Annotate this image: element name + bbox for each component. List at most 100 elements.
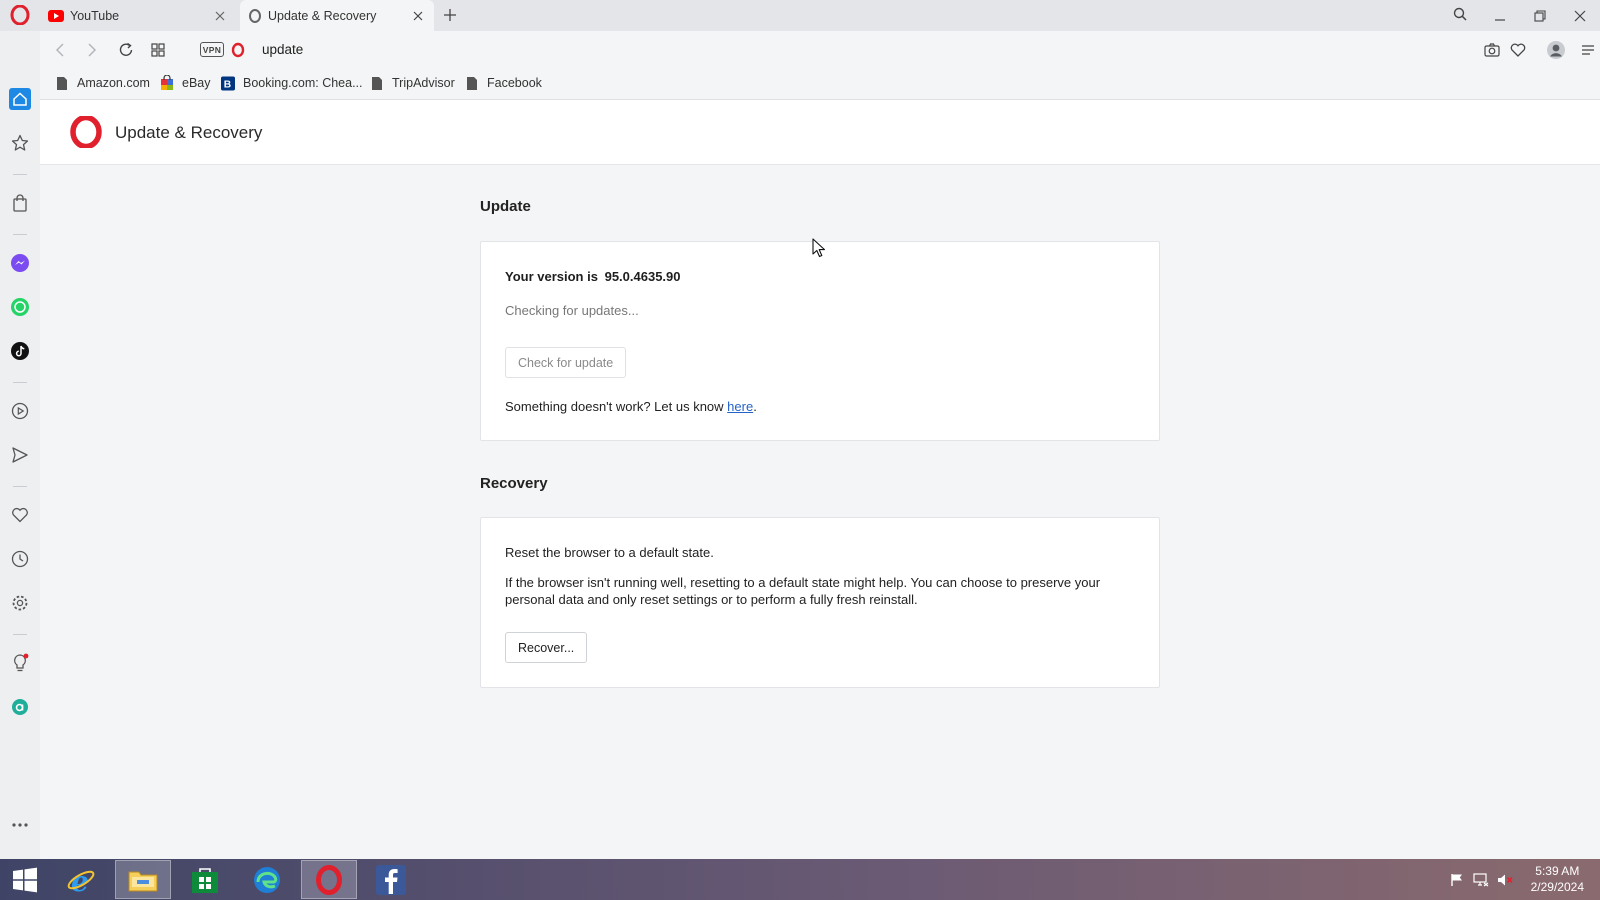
sidebar-item-flow[interactable] [8,443,32,467]
back-button[interactable] [48,38,72,62]
version-label: Your version is [505,269,598,284]
bookmark-booking[interactable]: B Booking.com: Chea... [221,75,363,91]
player-icon [11,402,29,420]
sidebar-item-whatsapp[interactable] [8,295,32,319]
opera-logo-icon [70,116,102,148]
messenger-icon [11,254,29,272]
feedback-text: Something doesn't work? Let us know [505,399,728,414]
close-tab-icon[interactable] [410,8,426,24]
start-button[interactable] [0,860,50,899]
bookmark-label: Booking.com: Chea... [243,76,363,90]
bookmark-tripadvisor[interactable]: TripAdvisor [370,75,455,91]
sidebar-item-speed-dial[interactable] [8,131,32,155]
page-title: Update & Recovery [115,123,263,142]
recover-button[interactable]: Recover... [505,632,588,663]
bookmark-amazon[interactable]: Amazon.com [55,75,150,91]
close-window-button[interactable] [1568,4,1592,28]
grid-icon [151,43,165,57]
bookmark-facebook[interactable]: Facebook [465,75,542,91]
new-tab-button[interactable] [440,5,460,25]
taskbar-internet-explorer[interactable]: e [53,860,109,899]
send-icon [12,447,28,463]
camera-icon [1484,43,1500,57]
search-tabs-button[interactable] [1448,2,1472,26]
feedback-link[interactable]: here [727,399,753,414]
minimize-button[interactable] [1488,4,1512,28]
bookmark-label: Amazon.com [77,76,150,90]
settings-icon [12,595,28,611]
tab-youtube[interactable]: YouTube [40,0,236,31]
network-icon[interactable] [1472,871,1490,889]
bookmark-label: TripAdvisor [392,76,455,90]
taskbar-store[interactable] [177,860,233,899]
sidebar-item-tips[interactable] [8,651,32,675]
sidebar-item-history[interactable] [8,547,32,571]
youtube-icon [48,9,64,22]
restore-icon [1534,10,1546,22]
profile-button[interactable] [1544,38,1568,62]
facebook-icon [376,864,406,895]
opera-menu-button[interactable] [8,3,32,27]
forward-button[interactable] [80,38,104,62]
version-line: Your version is 95.0.4635.90 [505,269,681,284]
tab-title: Update & Recovery [268,8,377,23]
sidebar-separator [13,634,27,635]
action-center-icon[interactable] [1448,871,1466,889]
check-for-update-button[interactable]: Check for update [505,347,627,378]
close-tab-icon[interactable] [212,8,228,24]
history-icon [11,550,29,568]
sidebar-item-home[interactable] [8,87,32,111]
reload-button[interactable] [114,38,138,62]
minimize-icon [1495,19,1505,21]
address-bar-input[interactable]: update [262,42,303,57]
reset-description: If the browser isn't running well, reset… [505,575,1101,607]
sidebar-item-shopping[interactable] [8,191,32,215]
restore-button[interactable] [1528,4,1552,28]
page-icon [465,75,479,91]
vpn-badge[interactable]: VPN [200,42,224,57]
update-card: Your version is 95.0.4635.90 Checking fo… [480,241,1160,441]
sidebar-more-button[interactable] [8,813,32,837]
sidebar-item-settings[interactable] [8,591,32,615]
tab-overview-button[interactable] [146,38,170,62]
snapshot-button[interactable] [1480,38,1504,62]
lightbulb-icon [14,653,29,672]
feedback-line: Something doesn't work? Let us know here… [505,399,757,414]
aria-icon [12,699,28,715]
bookmark-ebay[interactable]: eBay [160,75,211,91]
volume-muted-icon[interactable] [1496,871,1514,889]
update-heading: Update [480,198,531,215]
home-icon [9,88,31,110]
bookmark-page-button[interactable] [1506,38,1530,62]
sidebar-item-player[interactable] [8,399,32,423]
booking-icon: B [221,75,235,91]
heart-icon [12,507,28,523]
tab-strip: YouTube Update & Recovery [0,0,1600,31]
site-info-button[interactable] [226,38,250,62]
start-icon [13,867,37,892]
sidebar-item-messenger[interactable] [8,251,32,275]
recovery-heading: Recovery [480,475,548,492]
shopping-bag-icon [13,194,27,212]
mouse-cursor-icon [812,238,826,258]
sidebar-item-aria[interactable] [8,695,32,719]
taskbar-facebook[interactable] [363,860,419,899]
clock-date: 2/29/2024 [1530,880,1584,894]
system-clock[interactable]: 5:39 AM 2/29/2024 [1531,863,1584,895]
forward-icon [88,43,97,57]
clock-time: 5:39 AM [1535,864,1580,878]
sidebar-item-tiktok[interactable] [8,339,32,363]
sidebar-separator [13,174,27,175]
taskbar-edge[interactable] [239,860,295,899]
reload-icon [119,42,133,56]
store-icon [192,867,218,893]
sidebar-item-bookmarks[interactable] [8,503,32,527]
easy-setup-button[interactable] [1576,38,1600,62]
taskbar-opera[interactable] [301,860,357,899]
file-explorer-icon [128,871,158,891]
taskbar-file-explorer[interactable] [115,860,171,899]
bookmark-label: Facebook [487,76,542,90]
opera-icon [249,8,261,23]
menu-lines-icon [1582,45,1594,55]
tab-update-recovery[interactable]: Update & Recovery [240,0,434,31]
